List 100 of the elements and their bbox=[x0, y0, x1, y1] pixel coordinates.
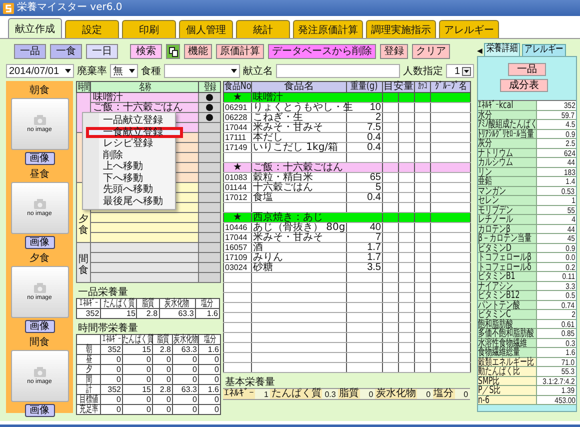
food-name: 米みそ・甘みそ bbox=[253, 232, 323, 243]
group-title: 西京焼き：あじ bbox=[253, 212, 323, 223]
tab[interactable]: 調理実施指示 bbox=[366, 20, 436, 38]
mode-button[interactable]: 一日 bbox=[86, 44, 118, 59]
nutrient-value: 3.3 bbox=[566, 282, 575, 290]
menu-item[interactable]: 一食献立登録 bbox=[86, 126, 183, 138]
image-button[interactable]: 画像 bbox=[24, 236, 54, 249]
food-number: 06291 bbox=[225, 103, 248, 112]
tab[interactable]: 栄養詳細 bbox=[484, 43, 520, 56]
mode-button[interactable]: 一品 bbox=[14, 44, 46, 59]
nutrient-value: 1 bbox=[262, 390, 270, 398]
tab[interactable]: 統計 bbox=[236, 20, 290, 38]
row-header: 充足率 bbox=[79, 405, 98, 414]
food-name: 食塩 bbox=[253, 192, 273, 203]
column-header: 重量(g) bbox=[350, 82, 378, 92]
food-number: 03024 bbox=[225, 263, 248, 272]
column-header: ｴﾈﾙｷﾞｰ bbox=[79, 299, 98, 308]
nutrient-value: 0.9 bbox=[566, 244, 575, 252]
food-number: 10446 bbox=[225, 223, 248, 232]
table-cell: 63.3 bbox=[181, 385, 197, 394]
menu-name-field[interactable] bbox=[276, 64, 400, 78]
nutrient-name: レチノール bbox=[478, 215, 513, 224]
app-icon bbox=[3, 2, 14, 14]
waste-rate-dropdown[interactable]: 無 bbox=[110, 64, 138, 78]
nutrient-value: 2.5 bbox=[566, 139, 575, 148]
nutrient-name: ﾄﾘｱｼﾙｸﾞﾘｾﾛｰﾙ当量 bbox=[478, 130, 534, 138]
table-cell: 0 bbox=[192, 355, 197, 364]
tab[interactable]: 個人管理 bbox=[179, 20, 233, 38]
tab[interactable]: 献立作成 bbox=[8, 18, 62, 38]
nutrient-value: 0 bbox=[462, 390, 470, 398]
table-cell: 0 bbox=[166, 395, 171, 404]
meal-type-dropdown[interactable] bbox=[164, 64, 240, 78]
action-button[interactable]: 成分表 bbox=[500, 79, 548, 92]
food-number: 17044 bbox=[225, 233, 248, 242]
servings-dropdown[interactable]: 1 bbox=[446, 64, 474, 78]
copy-button[interactable] bbox=[166, 44, 180, 59]
image-button[interactable]: 画像 bbox=[24, 404, 54, 417]
food-number: 01083 bbox=[225, 173, 248, 182]
tab[interactable]: 印刷 bbox=[122, 20, 176, 38]
food-number: 06228 bbox=[225, 113, 248, 122]
table-cell: 0 bbox=[116, 395, 121, 404]
meal-label: 昼食 bbox=[30, 169, 50, 180]
meal-label: 朝食 bbox=[30, 85, 50, 96]
nutrient-value: 45 bbox=[567, 234, 575, 242]
nutrient-value: 0.3 bbox=[324, 390, 337, 398]
action-button[interactable]: 原価計算 bbox=[216, 44, 264, 59]
nutrient-name: マンガン bbox=[478, 186, 506, 195]
column-header: ｸﾞﾙｰﾌﾟ名 bbox=[434, 82, 466, 92]
nutrient-name: 水溶性食物繊維 bbox=[478, 338, 527, 347]
column-header: 時間 bbox=[77, 82, 90, 92]
tab[interactable]: 設定 bbox=[65, 20, 119, 38]
tab[interactable]: 発注原価計算 bbox=[293, 20, 363, 38]
menu-item[interactable]: 一品献立登録 bbox=[83, 115, 175, 126]
image-button[interactable]: 画像 bbox=[24, 320, 54, 333]
nutrient-value: 4.5 bbox=[566, 120, 575, 128]
action-button[interactable]: 機能 bbox=[184, 44, 212, 59]
dish-name: 味噌汁 bbox=[93, 92, 123, 103]
nutrient-name: n-6 bbox=[478, 396, 490, 404]
menu-item[interactable]: 下へ移動 bbox=[83, 172, 175, 184]
nutrient-value: 0.2 bbox=[566, 262, 575, 271]
table-cell: 352 bbox=[108, 385, 121, 394]
image-button[interactable]: 画像 bbox=[24, 152, 54, 165]
image-icon bbox=[32, 114, 46, 124]
menu-item[interactable]: 削除 bbox=[83, 150, 175, 161]
nutrient-value: 44 bbox=[567, 158, 575, 166]
nutrient-value: 71.0 bbox=[562, 358, 575, 366]
weight-cell: 40 bbox=[370, 222, 381, 233]
nutrient-value: 0.9 bbox=[566, 130, 575, 138]
mode-button[interactable]: 一食 bbox=[50, 44, 82, 59]
column-header: 目安量 bbox=[384, 82, 414, 92]
table-cell: 0 bbox=[214, 365, 219, 374]
delete-button[interactable]: データベースから削除 bbox=[268, 44, 376, 59]
table-cell: 0 bbox=[192, 405, 197, 414]
menu-item[interactable]: 上へ移動 bbox=[83, 161, 175, 172]
nutrient-name: ナトリウム bbox=[478, 148, 513, 157]
nutrient-value: 2 bbox=[571, 310, 575, 318]
table-cell: 0 bbox=[146, 405, 151, 414]
menu-item[interactable]: 先頭へ移動 bbox=[83, 184, 175, 196]
column-header: 脂質 bbox=[142, 299, 154, 308]
weight-cell: 1.7 bbox=[367, 242, 381, 253]
food-number: 17012 bbox=[225, 193, 248, 202]
meal-label: 夕食 bbox=[30, 253, 50, 264]
action-button[interactable]: クリア bbox=[412, 44, 450, 59]
nutrient-name: 食物繊維総量 bbox=[478, 348, 520, 356]
nutrient-value: 183 bbox=[564, 168, 575, 176]
food-name: 米みそ・甘みそ bbox=[253, 122, 323, 133]
nutrient-name: カルシウム bbox=[478, 158, 513, 166]
column-header: ｶｯｺ bbox=[418, 82, 428, 92]
date-dropdown[interactable]: 2014/07/01 bbox=[6, 64, 74, 78]
tab[interactable]: アレルギー bbox=[522, 44, 566, 56]
action-button[interactable]: 登録 bbox=[380, 44, 408, 59]
row-header: 昼 bbox=[85, 355, 92, 364]
menu-item[interactable]: レシピ登録 bbox=[83, 138, 175, 150]
search-button[interactable]: 検索 bbox=[130, 44, 162, 59]
menu-item[interactable]: 最後尾へ移動 bbox=[83, 196, 175, 207]
action-button[interactable]: 一品 bbox=[508, 63, 546, 76]
food-number: 16057 bbox=[225, 243, 248, 252]
weight-cell: 5 bbox=[375, 182, 381, 193]
tab[interactable]: アレルギー bbox=[439, 20, 499, 38]
weight-cell: 0.4 bbox=[367, 192, 381, 203]
